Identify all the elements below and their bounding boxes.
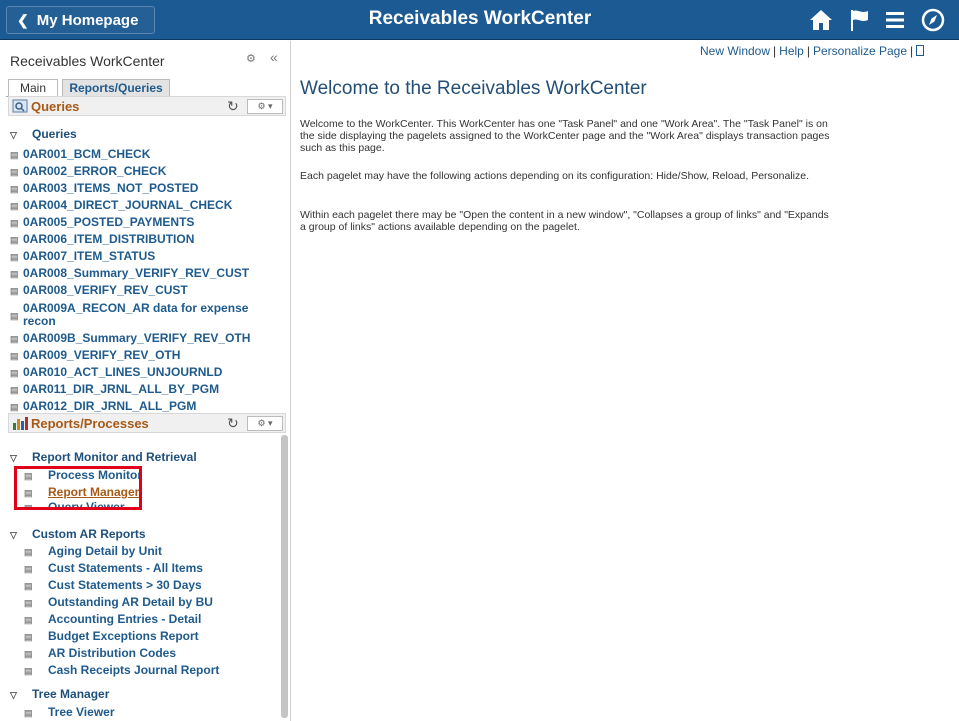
new-window-link[interactable]: New Window xyxy=(700,44,770,58)
document-icon: ▤ xyxy=(24,632,33,642)
document-icon: ▤ xyxy=(10,150,19,160)
query-link[interactable]: ▤ 0AR008_Summary_VERIFY_REV_CUST xyxy=(10,266,249,280)
query-link[interactable]: ▤ 0AR006_ITEM_DISTRIBUTION xyxy=(10,232,194,246)
separator: | xyxy=(910,44,914,58)
gear-icon[interactable]: ⚙ xyxy=(246,52,256,65)
document-icon: ▤ xyxy=(10,368,19,378)
report-link[interactable]: ▤ Accounting Entries - Detail xyxy=(24,612,201,626)
document-icon: ▤ xyxy=(24,547,33,557)
personalize-page-link[interactable]: Personalize Page xyxy=(813,44,907,58)
reload-icon[interactable]: ↻ xyxy=(227,98,239,115)
report-link[interactable]: ▤ AR Distribution Codes xyxy=(24,646,176,660)
my-homepage-button[interactable]: ❮ My Homepage xyxy=(6,6,155,34)
report-link[interactable]: ▤ Outstanding AR Detail by BU xyxy=(24,595,213,609)
document-icon: ▤ xyxy=(10,201,19,211)
reports-pagelet-header: Reports/Processes ↻ ⚙ ▾ xyxy=(8,413,286,433)
tab-reports-queries[interactable]: Reports/Queries xyxy=(62,79,170,97)
collapse-triangle-icon: ▽ xyxy=(10,690,17,700)
task-panel: Receivables WorkCenter ⚙ « Main Reports/… xyxy=(0,41,291,721)
document-icon: ▤ xyxy=(24,564,33,574)
report-link[interactable]: ▤ Cash Receipts Journal Report xyxy=(24,663,219,677)
report-link[interactable]: ▤ Aging Detail by Unit xyxy=(24,544,162,558)
queries-pagelet-title: Queries xyxy=(31,99,80,114)
collapse-triangle-icon: ▽ xyxy=(10,130,17,140)
pagelet-options-button[interactable]: ⚙ ▾ xyxy=(247,99,283,114)
sidebar-scrollbar[interactable] xyxy=(281,435,288,718)
reports-pagelet-title: Reports/Processes xyxy=(31,416,149,431)
reload-icon[interactable]: ↻ xyxy=(227,415,239,432)
collapse-panel-icon[interactable]: « xyxy=(270,49,278,65)
compass-icon[interactable] xyxy=(920,7,946,33)
group-label: Queries xyxy=(32,127,77,141)
tab-main[interactable]: Main xyxy=(8,79,58,97)
query-link[interactable]: ▤ 0AR012_DIR_JRNL_ALL_PGM xyxy=(10,399,196,413)
bar-chart-icon xyxy=(12,416,28,430)
page-actions-bar: New Window | Help | Personalize Page | xyxy=(700,44,925,58)
document-icon: ▤ xyxy=(24,598,33,608)
query-link[interactable]: ▤ 0AR010_ACT_LINES_UNJOURNLD xyxy=(10,365,222,379)
query-link[interactable]: ▤ 0AR003_ITEMS_NOT_POSTED xyxy=(10,181,198,195)
query-link[interactable]: ▤ 0AR009B_Summary_VERIFY_REV_OTH xyxy=(10,331,250,345)
report-monitor-group-header[interactable]: ▽ Report Monitor and Retrieval xyxy=(10,450,197,464)
report-link[interactable]: ▤ Cust Statements > 30 Days xyxy=(24,578,202,592)
pagelet-paragraph: Within each pagelet there may be "Open t… xyxy=(300,209,829,233)
separator: | xyxy=(773,44,777,58)
query-link[interactable]: ▤ 0AR002_ERROR_CHECK xyxy=(10,164,166,178)
tree-manager-group-header[interactable]: ▽ Tree Manager xyxy=(10,687,109,701)
document-icon: ▤ xyxy=(10,167,19,177)
document-icon: ▤ xyxy=(10,252,19,262)
document-icon: ▤ xyxy=(10,269,19,279)
separator: | xyxy=(806,44,810,58)
sidebar-title: Receivables WorkCenter xyxy=(10,53,165,69)
queries-pagelet-header: Queries ↻ ⚙ ▾ xyxy=(8,96,286,116)
spreadsheet-icon[interactable] xyxy=(916,45,925,56)
home-button-label: My Homepage xyxy=(36,12,139,29)
intro-paragraph: Welcome to the WorkCenter. This WorkCent… xyxy=(300,118,830,154)
chevron-left-icon: ❮ xyxy=(17,12,29,28)
query-link[interactable]: ▤ 0AR005_POSTED_PAYMENTS xyxy=(10,215,194,229)
highlight-annotation-box xyxy=(14,466,142,510)
actions-paragraph: Each pagelet may have the following acti… xyxy=(300,170,809,182)
flag-icon[interactable] xyxy=(846,7,872,33)
query-link[interactable]: ▤0AR009A_RECON_AR data for expense xyxy=(10,301,248,321)
menu-icon[interactable] xyxy=(882,7,908,33)
query-link[interactable]: ▤ 0AR009_VERIFY_REV_OTH xyxy=(10,348,180,362)
query-link[interactable]: ▤ 0AR004_DIRECT_JOURNAL_CHECK xyxy=(10,198,232,212)
queries-icon xyxy=(12,99,28,113)
top-banner: ❮ My Homepage Receivables WorkCenter xyxy=(0,0,959,40)
collapse-triangle-icon: ▽ xyxy=(10,453,17,463)
document-icon: ▤ xyxy=(10,334,19,344)
document-icon: ▤ xyxy=(10,286,19,296)
tree-viewer-link[interactable]: ▤ Tree Viewer xyxy=(24,705,115,719)
document-icon: ▤ xyxy=(24,666,33,676)
document-icon: ▤ xyxy=(10,402,19,412)
pagelet-options-button[interactable]: ⚙ ▾ xyxy=(247,416,283,431)
document-icon: ▤ xyxy=(24,649,33,659)
report-link[interactable]: ▤ Cust Statements - All Items xyxy=(24,561,203,575)
document-icon: ▤ xyxy=(10,184,19,194)
report-link[interactable]: ▤ Budget Exceptions Report xyxy=(24,629,199,643)
custom-ar-reports-group-header[interactable]: ▽ Custom AR Reports xyxy=(10,527,146,541)
queries-group-header[interactable]: ▽ Queries xyxy=(10,127,77,141)
document-icon: ▤ xyxy=(10,351,19,361)
query-link[interactable]: ▤ 0AR007_ITEM_STATUS xyxy=(10,249,155,263)
document-icon: ▤ xyxy=(10,218,19,228)
help-link[interactable]: Help xyxy=(779,44,804,58)
query-link[interactable]: ▤ 0AR008_VERIFY_REV_CUST xyxy=(10,283,188,297)
document-icon: ▤ xyxy=(24,708,33,718)
document-icon: ▤ xyxy=(10,385,19,395)
document-icon: ▤ xyxy=(10,235,19,245)
welcome-title: Welcome to the Receivables WorkCenter xyxy=(300,78,647,99)
collapse-triangle-icon: ▽ xyxy=(10,530,17,540)
query-link[interactable]: ▤ 0AR001_BCM_CHECK xyxy=(10,147,150,161)
home-icon[interactable] xyxy=(808,7,834,33)
document-icon: ▤ xyxy=(24,615,33,625)
document-icon: ▤ xyxy=(24,581,33,591)
page-title: Receivables WorkCenter xyxy=(368,8,592,29)
query-link-continuation[interactable]: recon xyxy=(10,314,56,328)
query-link[interactable]: ▤ 0AR011_DIR_JRNL_ALL_BY_PGM xyxy=(10,382,219,396)
